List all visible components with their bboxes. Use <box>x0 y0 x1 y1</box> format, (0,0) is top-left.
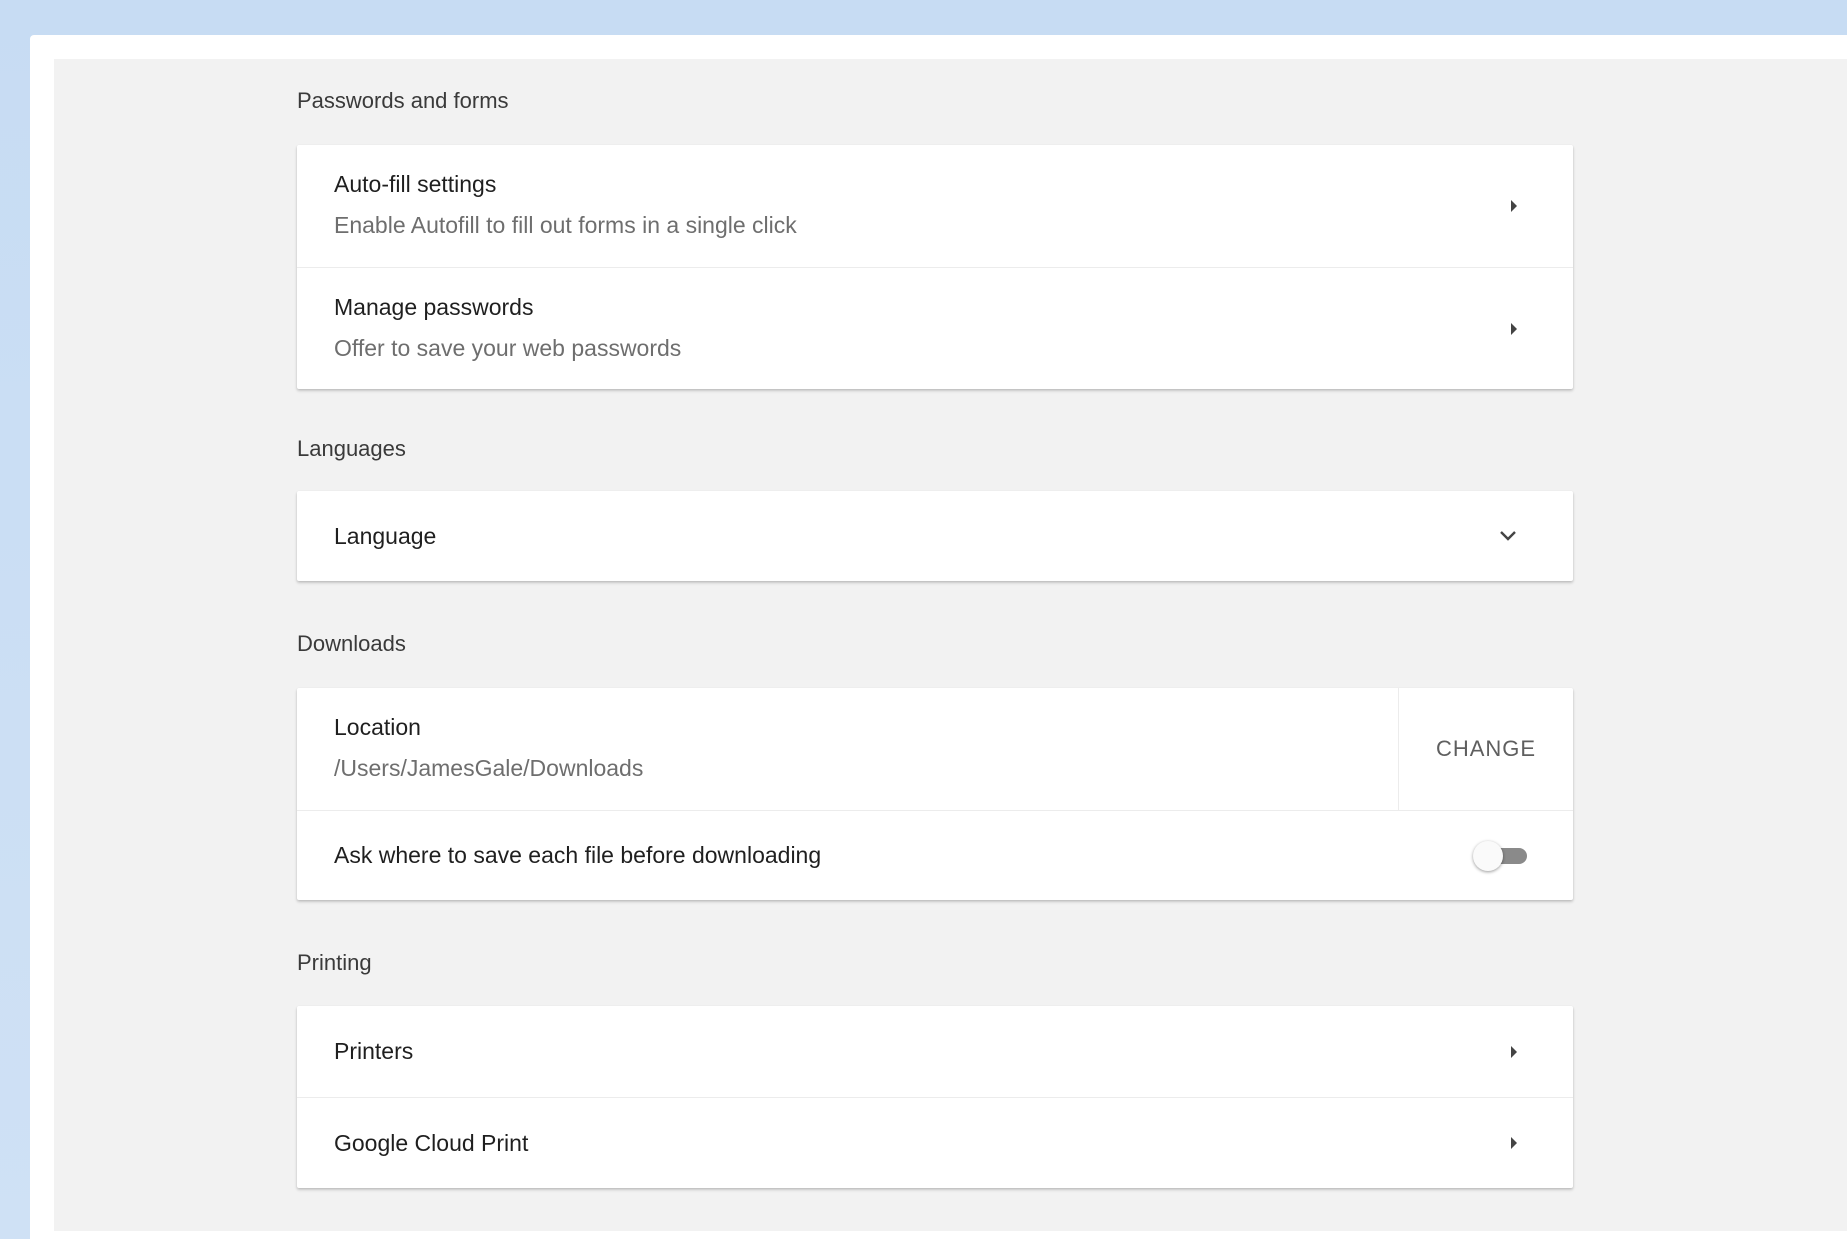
download-location-path: /Users/JamesGale/Downloads <box>334 755 644 781</box>
change-location-button[interactable]: CHANGE <box>1398 688 1573 810</box>
download-location-title: Location <box>334 714 421 740</box>
languages-card: Language <box>297 491 1573 581</box>
toggle-knob <box>1473 840 1503 871</box>
autofill-settings-row[interactable]: Auto-fill settings Enable Autofill to fi… <box>297 145 1573 267</box>
ask-before-download-label: Ask where to save each file before downl… <box>334 842 822 868</box>
manage-passwords-subtitle: Offer to save your web passwords <box>334 335 682 361</box>
section-title-downloads: Downloads <box>297 631 406 656</box>
download-location-row: Location /Users/JamesGale/Downloads CHAN… <box>297 688 1573 810</box>
downloads-card: Location /Users/JamesGale/Downloads CHAN… <box>297 688 1573 900</box>
arrow-right-icon[interactable] <box>1511 322 1517 335</box>
printers-title: Printers <box>334 1038 414 1064</box>
google-cloud-print-title: Google Cloud Print <box>334 1129 529 1156</box>
section-title-passwords-and-forms: Passwords and forms <box>297 88 509 113</box>
printing-card: Printers Google Cloud Print <box>297 1006 1573 1188</box>
ask-before-download-row[interactable]: Ask where to save each file before downl… <box>297 810 1573 900</box>
ask-before-download-toggle[interactable] <box>1473 840 1529 871</box>
autofill-settings-subtitle: Enable Autofill to fill out forms in a s… <box>334 212 797 238</box>
arrow-right-icon[interactable] <box>1511 200 1517 212</box>
section-title-languages: Languages <box>297 436 406 461</box>
language-title: Language <box>334 522 437 549</box>
autofill-settings-title: Auto-fill settings <box>334 171 497 197</box>
google-cloud-print-row[interactable]: Google Cloud Print <box>297 1097 1573 1188</box>
section-title-printing: Printing <box>297 950 372 975</box>
language-row[interactable]: Language <box>297 491 1573 581</box>
chevron-down-icon[interactable] <box>1499 529 1517 543</box>
arrow-right-icon[interactable] <box>1511 1137 1517 1149</box>
manage-passwords-title: Manage passwords <box>334 294 534 320</box>
printers-row[interactable]: Printers <box>297 1006 1573 1097</box>
arrow-right-icon[interactable] <box>1511 1045 1517 1058</box>
manage-passwords-row[interactable]: Manage passwords Offer to save your web … <box>297 267 1573 389</box>
passwords-card: Auto-fill settings Enable Autofill to fi… <box>297 145 1573 389</box>
